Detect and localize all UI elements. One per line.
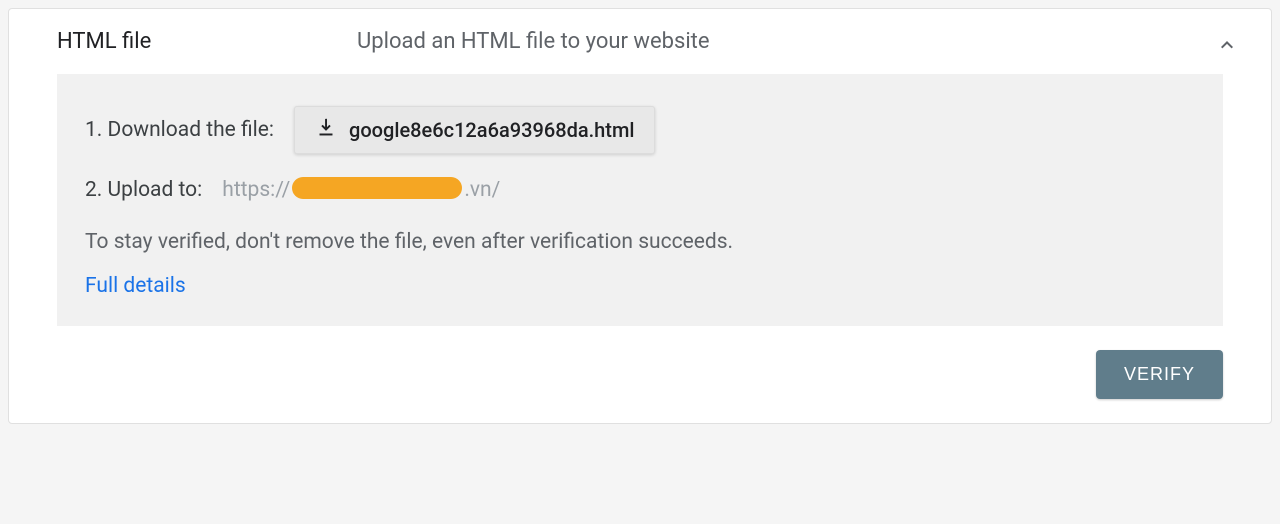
verify-button[interactable]: VERIFY: [1096, 350, 1223, 399]
collapse-toggle[interactable]: [1215, 33, 1239, 61]
redacted-domain: [292, 177, 462, 199]
panel-header[interactable]: HTML file Upload an HTML file to your we…: [9, 9, 1271, 74]
download-icon: [315, 117, 337, 143]
download-file-button[interactable]: google8e6c12a6a93968da.html: [294, 106, 655, 154]
panel-title: HTML file: [57, 29, 357, 54]
step-2-row: 2. Upload to: https:// .vn/: [85, 178, 1195, 202]
step-2-label: 2. Upload to:: [85, 178, 202, 202]
step-1-row: 1. Download the file: google8e6c12a6a939…: [85, 106, 1195, 154]
persistence-hint: To stay verified, don't remove the file,…: [85, 230, 1195, 254]
upload-url-suffix: .vn/: [464, 178, 500, 202]
upload-url-prefix: https://: [222, 178, 290, 202]
panel-footer: VERIFY: [9, 350, 1271, 423]
chevron-up-icon: [1215, 33, 1239, 57]
instructions-box: 1. Download the file: google8e6c12a6a939…: [57, 74, 1223, 326]
panel-subtitle: Upload an HTML file to your website: [357, 29, 1223, 54]
download-filename: google8e6c12a6a93968da.html: [349, 118, 634, 142]
full-details-link[interactable]: Full details: [85, 274, 1195, 298]
step-1-label: 1. Download the file:: [85, 118, 274, 142]
verification-panel: HTML file Upload an HTML file to your we…: [8, 8, 1272, 424]
